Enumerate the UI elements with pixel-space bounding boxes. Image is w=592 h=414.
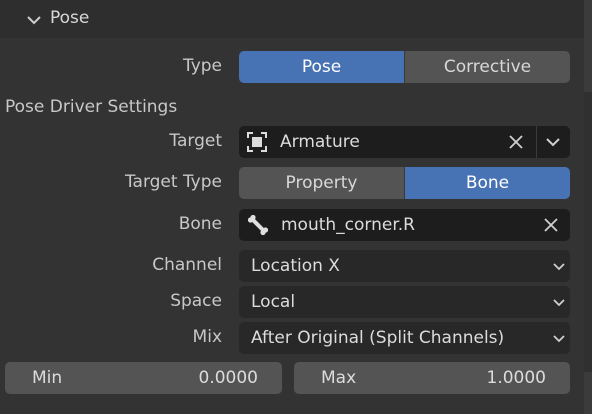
scrollbar-thumb[interactable]	[584, 92, 592, 372]
mix-label: Mix	[192, 327, 222, 347]
target-type-label: Target Type	[124, 172, 222, 192]
scrollbar[interactable]	[584, 0, 592, 414]
chevron-down-icon	[552, 295, 566, 309]
chevron-down-icon[interactable]	[26, 12, 42, 28]
clear-target-icon[interactable]	[509, 135, 523, 149]
target-value: Armature	[280, 132, 360, 152]
pose-panel-header[interactable]: Pose	[0, 0, 584, 38]
space-value: Local	[251, 292, 296, 312]
target-type-option-property[interactable]: Property	[239, 167, 405, 199]
section-title: Pose Driver Settings	[5, 97, 178, 117]
target-type-option-bone[interactable]: Bone	[405, 167, 570, 199]
target-type-selector: Property Bone	[239, 167, 570, 199]
channel-dropdown[interactable]: Location X	[239, 250, 570, 282]
channel-value: Location X	[251, 256, 340, 276]
type-label: Type	[182, 56, 222, 76]
min-value: 0.0000	[198, 368, 258, 388]
chevron-down-icon	[552, 331, 566, 345]
chevron-down-icon[interactable]	[545, 135, 561, 149]
space-label: Space	[170, 291, 222, 311]
target-divider	[536, 126, 537, 158]
bone-label: Bone	[178, 214, 222, 234]
chevron-down-icon	[552, 259, 566, 273]
mix-dropdown[interactable]: After Original (Split Channels)	[239, 322, 570, 354]
space-dropdown[interactable]: Local	[239, 286, 570, 318]
armature-object-icon	[246, 131, 268, 153]
max-value: 1.0000	[486, 368, 546, 388]
target-label: Target	[169, 131, 222, 151]
min-field[interactable]: Min 0.0000	[5, 362, 282, 394]
type-option-corrective[interactable]: Corrective	[405, 51, 570, 83]
panel-title: Pose	[50, 8, 90, 28]
bone-value: mouth_corner.R	[281, 215, 415, 235]
target-field[interactable]: Armature	[239, 126, 570, 158]
channel-label: Channel	[152, 255, 222, 275]
max-label: Max	[321, 368, 357, 388]
min-label: Min	[32, 368, 63, 388]
mix-value: After Original (Split Channels)	[251, 328, 505, 348]
type-option-pose[interactable]: Pose	[239, 51, 405, 83]
bone-field[interactable]: mouth_corner.R	[239, 209, 570, 241]
bone-icon	[247, 214, 269, 236]
max-field[interactable]: Max 1.0000	[294, 362, 570, 394]
type-selector: Pose Corrective	[239, 51, 570, 83]
clear-bone-icon[interactable]	[544, 218, 558, 232]
